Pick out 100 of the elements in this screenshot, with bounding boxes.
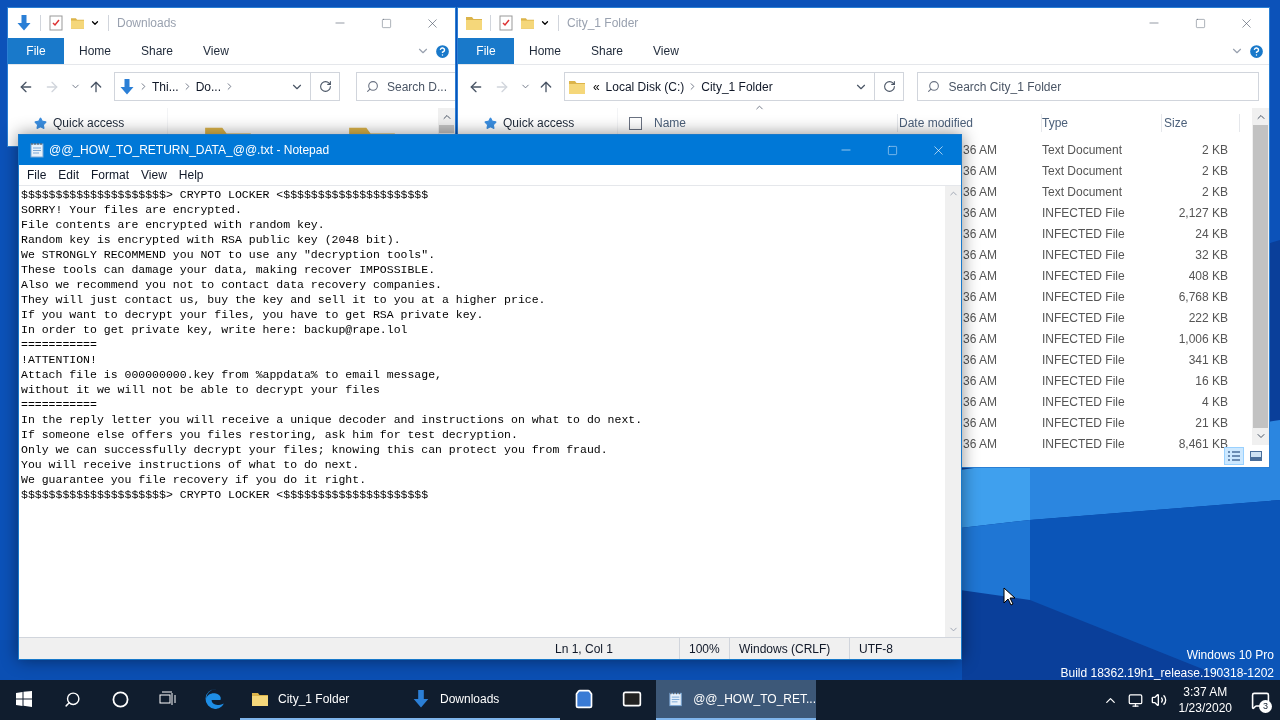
ribbon-tab[interactable]: View xyxy=(188,38,244,64)
column-header[interactable]: Date modified xyxy=(898,114,1042,132)
text-line: Only we can successfully decrypt your files; knowing this can protect you from fraud. xyxy=(21,442,608,457)
status-text: Windows (CRLF) xyxy=(729,638,849,659)
date-cell-text: 36 AM xyxy=(963,288,999,306)
breadcrumb-link[interactable]: Local Disk (C:) xyxy=(605,77,685,96)
text-line: They will just contact us, buy the key and sell it to you at a higher price. xyxy=(21,292,546,307)
type-cell-text: Text Document xyxy=(1042,141,1124,159)
size-cell-text: 2,127 KB xyxy=(1177,204,1228,222)
scrollbar-thumb[interactable] xyxy=(1253,125,1268,428)
nav-item[interactable]: Quick access xyxy=(53,116,125,130)
type-cell-text: Text Document xyxy=(1042,162,1124,180)
date-cell-text: 36 AM xyxy=(963,393,999,411)
taskbar-button[interactable]: Downloads xyxy=(400,680,560,720)
windows-logo-icon xyxy=(16,691,32,707)
breadcrumb-link[interactable]: Do... xyxy=(195,77,221,96)
ribbon-tab[interactable]: Share xyxy=(126,38,189,64)
menu-item[interactable]: View xyxy=(135,166,173,184)
text-line: Attach file is 000000000.key from %appdata% to email message, xyxy=(21,367,442,382)
breadcrumb-link[interactable]: City_1 Folder xyxy=(701,77,773,96)
details-view-button[interactable] xyxy=(1224,447,1244,465)
nav-item[interactable]: Quick access xyxy=(503,116,575,130)
search-icon xyxy=(927,80,941,93)
address-bar[interactable]: « Local Disk (C:) City_1 Folder xyxy=(563,72,876,101)
download-icon xyxy=(119,78,135,95)
text-line: We guarantee you file recovery if you do it right. xyxy=(21,472,367,487)
search-field[interactable]: Search City_1 Folder xyxy=(917,72,1259,101)
text-line: If you want to decrypt your files, you have to get RSA private key. xyxy=(21,307,484,322)
scrollbar-thumb[interactable] xyxy=(439,125,454,133)
refresh-button[interactable] xyxy=(875,72,905,101)
text-line: $$$$$$$$$$$$$$$$$$$$$> CRYPTO LOCKER <$$$$$$$$$$$$$$$$$$$$$ xyxy=(21,187,429,202)
text-line: Also we recommend you not to contact data recovery companies. xyxy=(21,277,442,292)
text-line: without it we will not be able to decrypt your files xyxy=(21,382,380,397)
size-cell-text: 1,006 KB xyxy=(1177,330,1228,348)
search-icon xyxy=(63,690,81,708)
taskbar-button[interactable]: @@_HOW_TO_RET... xyxy=(656,680,816,720)
menu-item[interactable]: Edit xyxy=(52,166,86,184)
image-icon xyxy=(1249,450,1263,462)
type-cell-text: INFECTED File xyxy=(1042,309,1126,327)
menu-item[interactable]: Format xyxy=(85,166,136,184)
star-icon xyxy=(34,116,47,130)
column-header[interactable]: Name xyxy=(654,114,898,132)
menu-item[interactable]: File xyxy=(21,166,53,184)
taskbar-button[interactable]: City_1 Folder xyxy=(240,680,400,720)
ribbon-tab[interactable]: Share xyxy=(576,38,639,64)
date-cell-text: 36 AM xyxy=(963,351,999,369)
breadcrumb-link[interactable]: Thi... xyxy=(152,77,179,96)
column-header[interactable]: Size xyxy=(1162,114,1240,132)
checklist-icon[interactable] xyxy=(49,15,63,31)
help-icon[interactable] xyxy=(1248,42,1265,60)
text-line: =========== xyxy=(21,337,97,352)
date-cell-text: 36 AM xyxy=(963,330,999,348)
dropdown-icon[interactable] xyxy=(540,18,550,28)
date-cell-text: 36 AM xyxy=(963,309,999,327)
overflow-marker[interactable]: « xyxy=(592,77,600,96)
date-cell-text: 36 AM xyxy=(963,246,999,264)
size-cell-text: 24 KB xyxy=(1194,225,1228,243)
help-icon[interactable] xyxy=(434,42,451,60)
notifications-button[interactable]: 3 xyxy=(1240,680,1280,720)
select-all-checkbox[interactable] xyxy=(629,116,642,130)
address-bar[interactable]: Thi... Do... xyxy=(114,72,311,101)
ribbon-tab[interactable]: Home xyxy=(514,38,576,64)
clock[interactable]: 3:37 AM 1/23/2020 xyxy=(1170,684,1240,716)
text-line: =========== xyxy=(21,397,97,412)
size-cell-text: 16 KB xyxy=(1194,372,1228,390)
size-cell-text: 4 KB xyxy=(1201,393,1228,411)
file-tab[interactable]: File xyxy=(458,38,514,64)
folder-icon xyxy=(466,15,482,31)
ribbon-tab[interactable]: View xyxy=(638,38,694,64)
search-field[interactable]: Search D... xyxy=(356,72,455,101)
text-line: Random key is encrypted with RSA public key (2048 bit). xyxy=(21,232,401,247)
type-cell-text: INFECTED File xyxy=(1042,351,1126,369)
circle-icon xyxy=(111,690,129,708)
type-cell-text: INFECTED File xyxy=(1042,414,1126,432)
type-cell-text: INFECTED File xyxy=(1042,435,1126,453)
size-cell-text: 222 KB xyxy=(1187,309,1228,327)
ribbon-tab[interactable]: Home xyxy=(64,38,126,64)
refresh-button[interactable] xyxy=(311,72,340,101)
notepad-icon xyxy=(29,142,45,158)
date-cell-text: 36 AM xyxy=(963,414,999,432)
menu-item[interactable]: Help xyxy=(172,166,210,184)
details-list-icon xyxy=(1227,450,1241,462)
checklist-icon[interactable] xyxy=(499,15,513,31)
folder-icon xyxy=(521,15,534,31)
text-line: In the reply letter you will receive a unique decoder and instructions on what to do next. xyxy=(21,412,643,427)
size-cell-text: 2 KB xyxy=(1201,141,1228,159)
size-cell-text: 32 KB xyxy=(1194,246,1228,264)
folder-icon xyxy=(568,78,585,95)
column-header[interactable]: Type xyxy=(1042,114,1162,132)
type-cell-text: INFECTED File xyxy=(1042,372,1126,390)
dropdown-icon[interactable] xyxy=(90,18,100,28)
size-cell-text: 6,768 KB xyxy=(1177,288,1228,306)
task-view-icon xyxy=(159,691,177,707)
text-line: File contents are encrypted with random key. xyxy=(21,217,325,232)
text-line: !ATTENTION! xyxy=(21,352,97,367)
date-cell-text: 36 AM xyxy=(963,225,999,243)
text-line: If someone else offers you files restoring, ask him for test decryption. xyxy=(21,427,518,442)
file-tab[interactable]: File xyxy=(8,38,64,64)
date-cell-text: 36 AM xyxy=(963,141,999,159)
date-cell-text: 36 AM xyxy=(963,162,999,180)
